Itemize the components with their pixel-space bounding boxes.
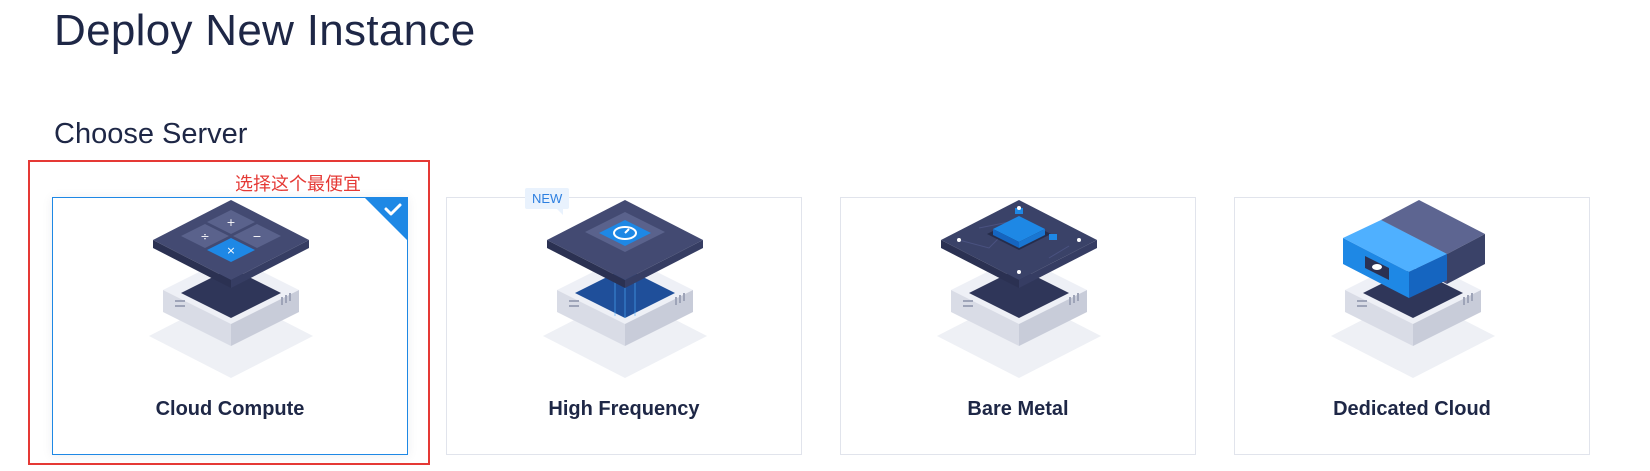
server-card-cloud-compute[interactable]: + − ÷ × Cloud Compute	[52, 197, 408, 455]
section-title: Choose Server	[54, 118, 248, 150]
server-card-high-frequency[interactable]: NEW High Frequency	[446, 188, 802, 455]
server-card-bare-metal[interactable]: Bare Metal	[840, 197, 1196, 455]
svg-text:+: +	[226, 216, 235, 229]
server-card-label: Bare Metal	[967, 398, 1069, 420]
page-title: Deploy New Instance	[54, 6, 476, 55]
gauge-server-icon	[525, 198, 725, 394]
checkmark-icon	[364, 197, 408, 241]
chip-server-icon	[919, 198, 1119, 394]
server-card-label: High Frequency	[548, 398, 700, 420]
svg-text:−: −	[252, 230, 261, 243]
cloud-server-icon	[1313, 198, 1513, 394]
server-card-label: Dedicated Cloud	[1333, 398, 1491, 420]
annotation-text: 选择这个最便宜	[235, 174, 361, 195]
calculator-server-icon: + − ÷ ×	[131, 198, 331, 394]
server-card-dedicated-cloud[interactable]: Dedicated Cloud	[1234, 197, 1590, 455]
svg-text:÷: ÷	[200, 230, 209, 243]
deploy-page: Deploy New Instance Choose Server + − ÷ …	[0, 0, 1650, 471]
svg-text:×: ×	[226, 244, 235, 257]
server-card-label: Cloud Compute	[155, 398, 305, 420]
